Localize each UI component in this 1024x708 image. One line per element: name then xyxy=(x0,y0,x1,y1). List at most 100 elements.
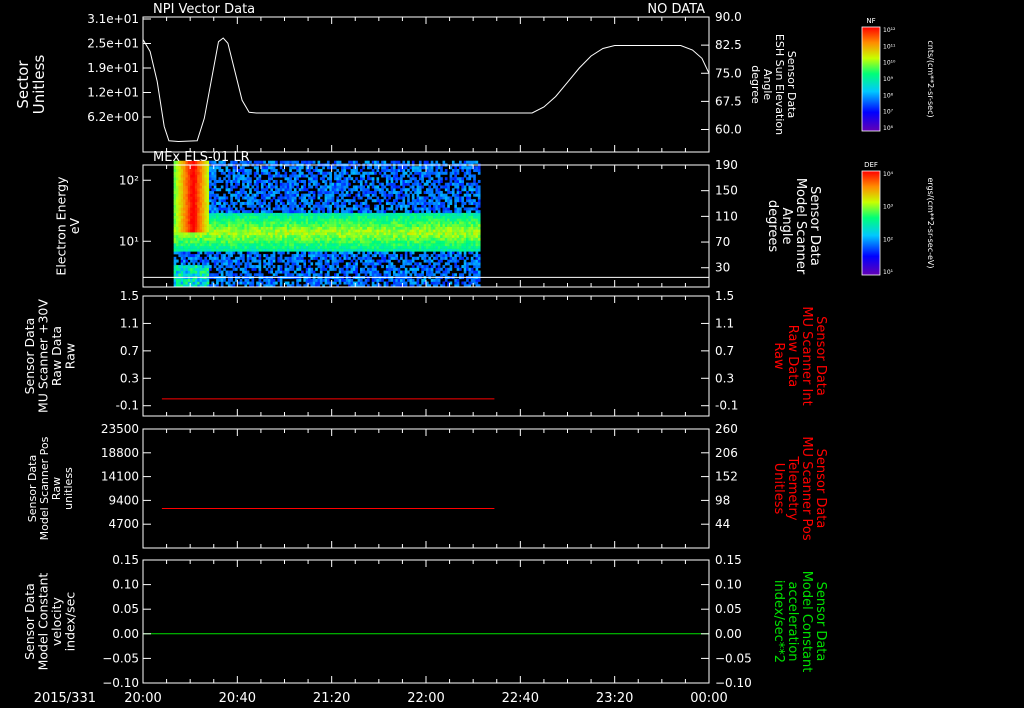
spectrogram-cell xyxy=(367,243,370,247)
spectrogram-cell xyxy=(322,254,325,258)
spectrogram-cell xyxy=(317,229,321,233)
spectrogram-cell xyxy=(305,278,309,282)
spectrogram-cell xyxy=(211,212,215,216)
spectrogram-cell xyxy=(352,229,356,233)
spectrogram-cell xyxy=(359,185,363,189)
spectrogram-cell xyxy=(369,237,373,241)
spectrogram-cell xyxy=(414,215,417,219)
spectrogram-cell xyxy=(350,243,354,247)
spectrogram-cell xyxy=(197,232,200,236)
spectrogram-cell xyxy=(190,245,193,249)
spectrogram-cell xyxy=(178,226,182,230)
spectrogram-cell xyxy=(440,218,443,222)
spectrogram-cell xyxy=(258,221,262,225)
spectrogram-cell xyxy=(180,218,184,222)
spectrogram-cell xyxy=(345,281,349,285)
spectrogram-cell xyxy=(444,234,448,238)
spectrogram-cell xyxy=(308,185,311,189)
spectrogram-cell xyxy=(362,210,365,214)
spectrogram-cell xyxy=(421,179,424,183)
spectrogram-cell xyxy=(352,226,356,230)
spectrogram-cell xyxy=(249,281,252,285)
spectrogram-cell xyxy=(475,201,479,205)
spectrogram-cell xyxy=(395,168,398,173)
spectrogram-cell xyxy=(242,212,245,216)
spectrogram-cell xyxy=(404,281,408,285)
spectrogram-cell xyxy=(402,278,406,282)
spectrogram-cell xyxy=(237,190,240,194)
spectrogram-cell xyxy=(277,196,281,200)
spectrogram-cell xyxy=(470,160,474,164)
spectrogram-cell xyxy=(301,166,304,170)
spectrogram-cell xyxy=(220,210,224,214)
spectrogram-cell xyxy=(308,254,311,258)
spectrogram-cell xyxy=(381,166,384,170)
spectrogram-cell xyxy=(329,179,332,183)
spectrogram-cell xyxy=(468,210,472,214)
spectrogram-cell xyxy=(279,259,283,263)
spectrogram-cell xyxy=(385,229,389,233)
spectrogram-cell xyxy=(218,270,222,274)
spectrogram-cell xyxy=(225,281,229,285)
spectrogram-cell xyxy=(232,251,236,255)
spectrogram-cell xyxy=(341,226,344,230)
spectrogram-cell xyxy=(197,196,200,200)
spectrogram-cell xyxy=(216,210,219,214)
spectrogram-cell xyxy=(242,166,245,170)
spectrogram-cell xyxy=(440,166,443,170)
spectrogram-cell xyxy=(390,218,394,222)
spectrogram-cell xyxy=(414,270,417,274)
y-tick-label-right: 98 xyxy=(715,493,730,507)
spectrogram-cell xyxy=(334,278,337,282)
spectrogram-cell xyxy=(185,177,189,181)
spectrogram-cell xyxy=(267,207,271,211)
spectrogram-cell xyxy=(390,232,394,236)
spectrogram-cell xyxy=(470,185,474,189)
spectrogram-cell xyxy=(206,207,210,211)
spectrogram-cell xyxy=(201,267,205,271)
spectrogram-cell xyxy=(376,204,380,208)
spectrogram-cell xyxy=(388,256,391,260)
y-tick-label-right: 150 xyxy=(715,184,738,198)
spectrogram-cell xyxy=(277,174,281,178)
spectrogram-cell xyxy=(220,221,224,225)
spectrogram-cell xyxy=(411,267,415,271)
spectrogram-cell xyxy=(249,171,252,175)
spectrogram-cell xyxy=(256,190,259,194)
spectrogram-cell xyxy=(378,218,382,222)
spectrogram-cell xyxy=(249,177,252,181)
spectrogram-cell xyxy=(315,262,318,266)
spectrogram-cell xyxy=(331,256,335,260)
spectrogram-cell xyxy=(199,251,203,255)
spectrogram-cell xyxy=(249,218,252,222)
spectrogram-cell xyxy=(227,177,231,181)
spectrogram-cell xyxy=(308,190,311,194)
spectrogram-cell xyxy=(225,207,229,211)
spectrogram-cell xyxy=(390,221,394,225)
spectrogram-cell xyxy=(282,160,285,164)
spectrogram-cell xyxy=(277,278,281,282)
spectrogram-cell xyxy=(390,229,394,233)
spectrogram-cell xyxy=(466,240,469,244)
spectrogram-cell xyxy=(279,248,283,252)
spectrogram-cell xyxy=(442,215,446,219)
spectrogram-cell xyxy=(293,190,297,194)
spectrogram-cell xyxy=(256,171,259,175)
spectrogram-cell xyxy=(286,237,290,241)
spectrogram-cell xyxy=(244,193,248,197)
spectrogram-cell xyxy=(345,248,349,252)
spectrogram-cell xyxy=(348,160,351,164)
spectrogram-cell xyxy=(201,182,205,186)
spectrogram-cell xyxy=(345,166,349,170)
spectrogram-cell xyxy=(187,243,191,247)
spectrogram-cell xyxy=(176,273,179,277)
spectrogram-cell xyxy=(423,240,427,244)
spectrogram-cell xyxy=(253,229,257,233)
spectrogram-cell xyxy=(173,199,177,203)
spectrogram-cell xyxy=(402,215,406,219)
spectrogram-cell xyxy=(319,188,323,192)
spectrogram-cell xyxy=(289,207,292,211)
spectrogram-cell xyxy=(213,226,217,230)
spectrogram-cell xyxy=(367,245,370,249)
spectrogram-cell xyxy=(315,212,318,216)
